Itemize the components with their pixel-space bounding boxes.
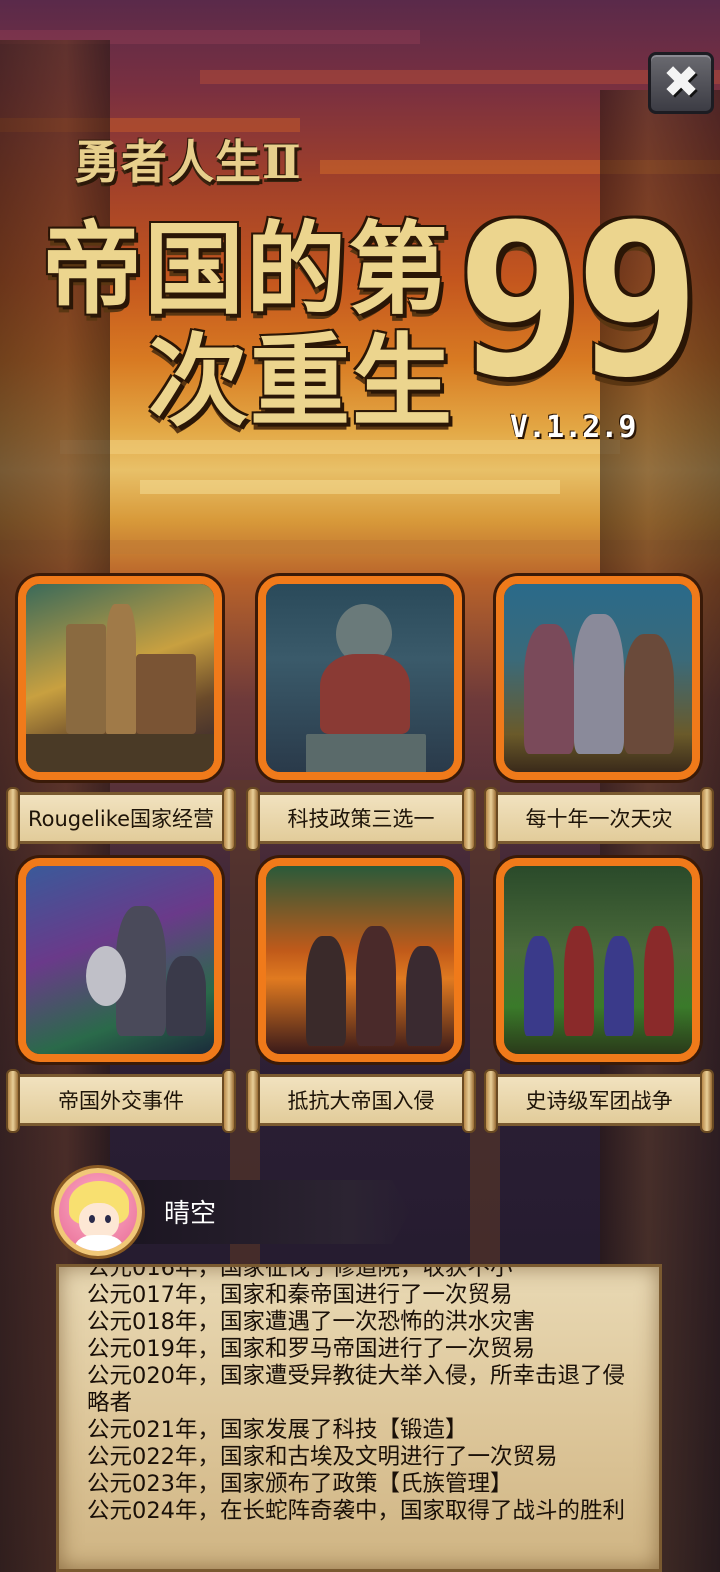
speaker-avatar [54,1168,142,1256]
feature-label-3: 每十年一次天灾 [484,787,714,851]
game-title-number: 99 [456,178,701,423]
log-line: 公元016年，国家征伐了修道院，收获不小 [87,1264,513,1281]
feature-card-statue [258,576,462,780]
game-title-line2: 次重生 [148,322,454,440]
log-line: 公元023年，国家颁布了政策【氏族管理】 [87,1471,513,1497]
speaker-name: 晴空 [164,1199,217,1229]
event-log-list: 公元016年，国家征伐了修道院，收获不小 公元017年，国家和秦帝国进行了一次贸… [87,1264,633,1525]
feature-card-invasion [258,858,462,1062]
feature-card-village [18,576,222,780]
feature-label-4: 帝国外交事件 [6,1069,236,1133]
close-icon: ✖ [662,57,700,108]
feature-label-1: Rougelike国家经营 [6,787,236,851]
version-label: V.1.2.9 [510,410,637,445]
feature-card-army [496,858,700,1062]
feature-label-2: 科技政策三选一 [246,787,476,851]
feature-card-soldiers [496,576,700,780]
event-log[interactable]: 公元016年，国家征伐了修道院，收获不小 公元017年，国家和秦帝国进行了一次贸… [56,1264,662,1572]
log-line: 公元021年，国家发展了科技【锻造】 [87,1417,468,1443]
log-line: 公元022年，国家和古埃及文明进行了一次贸易 [87,1444,558,1470]
feature-card-knight [18,858,222,1062]
close-button[interactable]: ✖ [648,52,714,114]
game-subtitle: 勇者人生Ⅱ [74,135,302,189]
log-line: 公元020年，国家遭受异教徒大举入侵，所幸击退了侵略者 [87,1363,625,1416]
feature-label-6: 史诗级军团战争 [484,1069,714,1133]
feature-label-5: 抵抗大帝国入侵 [246,1069,476,1133]
log-line: 公元019年，国家和罗马帝国进行了一次贸易 [87,1336,535,1362]
log-line: 公元018年，国家遭遇了一次恐怖的洪水灾害 [87,1309,535,1335]
log-line: 公元017年，国家和秦帝国进行了一次贸易 [87,1282,513,1308]
log-line: 公元024年，在长蛇阵奇袭中，国家取得了战斗的胜利 [87,1498,625,1524]
speaker-bar [110,1180,410,1244]
